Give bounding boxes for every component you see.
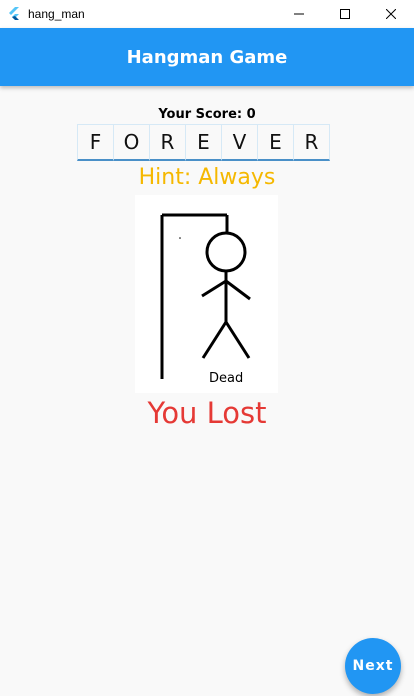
letter-box: O [113, 124, 150, 161]
app-bar-title: Hangman Game [126, 46, 288, 68]
flutter-logo-icon [6, 6, 22, 22]
window-controls [276, 0, 414, 28]
hangman-status: Dead [209, 371, 244, 386]
result-text: You Lost [147, 396, 267, 430]
maximize-icon[interactable] [322, 0, 368, 28]
letter-box: R [293, 124, 330, 161]
letter-box: R [149, 124, 186, 161]
score-label: Your Score: 0 [158, 107, 256, 122]
word-letters: FOREVER [77, 124, 330, 161]
hangman-drawing [160, 213, 251, 379]
window-titlebar: hang_man [0, 0, 414, 28]
letter-box: E [185, 124, 222, 161]
hangman-figure: Dead [135, 195, 278, 393]
hangman-right-arm [225, 279, 251, 301]
app-bar: Hangman Game [0, 28, 414, 86]
hint-text: Hint: Always [138, 165, 276, 190]
next-button[interactable]: Next [345, 638, 401, 694]
hangman-left-arm [201, 279, 227, 298]
letter-box: V [221, 124, 258, 161]
window-title: hang_man [28, 7, 85, 21]
hangman-left-leg [201, 321, 228, 359]
letter-box: E [257, 124, 294, 161]
hangman-head [205, 231, 247, 273]
minimize-icon[interactable] [276, 0, 322, 28]
hangman-right-leg [224, 321, 251, 359]
close-icon[interactable] [368, 0, 414, 28]
stray-dot [179, 237, 181, 239]
letter-box: F [77, 124, 114, 161]
